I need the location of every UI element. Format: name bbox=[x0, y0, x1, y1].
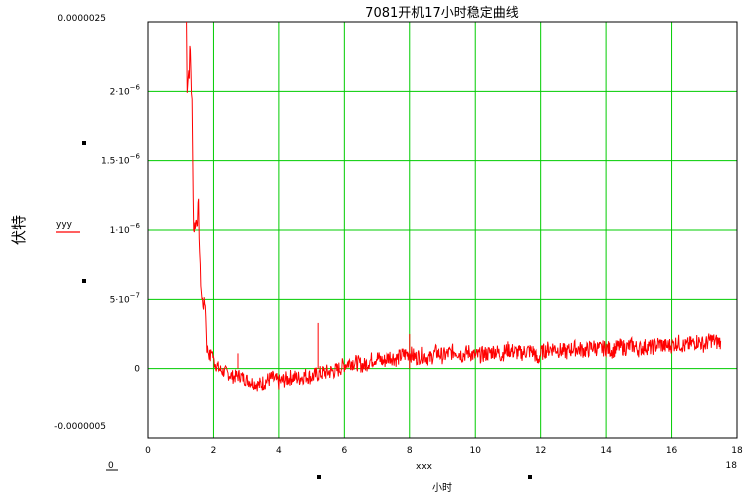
x-tick-label: 2 bbox=[211, 446, 217, 456]
x-tick-label: 4 bbox=[276, 446, 282, 456]
y-tick-label: 5·10−7 bbox=[110, 291, 140, 305]
x-tick-label: 10 bbox=[469, 446, 481, 456]
x-max-label: 18 bbox=[726, 461, 738, 471]
x-tick-label: 12 bbox=[535, 446, 546, 456]
x-tick-label: 16 bbox=[666, 446, 678, 456]
x-tick-label: 8 bbox=[407, 446, 413, 456]
series-line bbox=[186, 21, 722, 392]
x-tick-label: 6 bbox=[341, 446, 347, 456]
chart-title: 7081开机17小时稳定曲线 bbox=[365, 5, 519, 21]
x-tick-label: 14 bbox=[600, 446, 612, 456]
marker-square bbox=[528, 475, 532, 479]
x-tick-label: 18 bbox=[731, 446, 743, 456]
x-axis-label: 小时 bbox=[432, 482, 452, 494]
y-tick-label: 1·10−6 bbox=[110, 222, 141, 236]
marker-square bbox=[82, 141, 86, 145]
y-tick-label: 2·10−6 bbox=[110, 83, 141, 97]
marker-square bbox=[317, 475, 321, 479]
series-group bbox=[186, 21, 722, 392]
y-axis-label: 伏特 bbox=[10, 215, 28, 245]
y-bottom-label: -0.0000005 bbox=[54, 422, 106, 432]
y-top-label: 0.0000025 bbox=[57, 14, 106, 24]
y-tick-label: 0 bbox=[134, 365, 140, 375]
marker-square bbox=[82, 279, 86, 283]
y-tick-label: 1.5·10−6 bbox=[101, 153, 141, 167]
y-tick-labels: 2·10−6 1.5·10−6 1·10−6 5·10−7 0 bbox=[101, 83, 141, 374]
chart-svg: 7081开机17小时稳定曲线 0.0000025 -0.0000005 2·10… bbox=[10, 5, 743, 494]
legend-label: yyy bbox=[56, 220, 73, 230]
x-tick-label: 0 bbox=[145, 446, 151, 456]
x-tick-labels: 0 2 4 6 8 10 12 14 16 18 bbox=[145, 446, 743, 456]
x-var-label: xxx bbox=[416, 462, 433, 472]
